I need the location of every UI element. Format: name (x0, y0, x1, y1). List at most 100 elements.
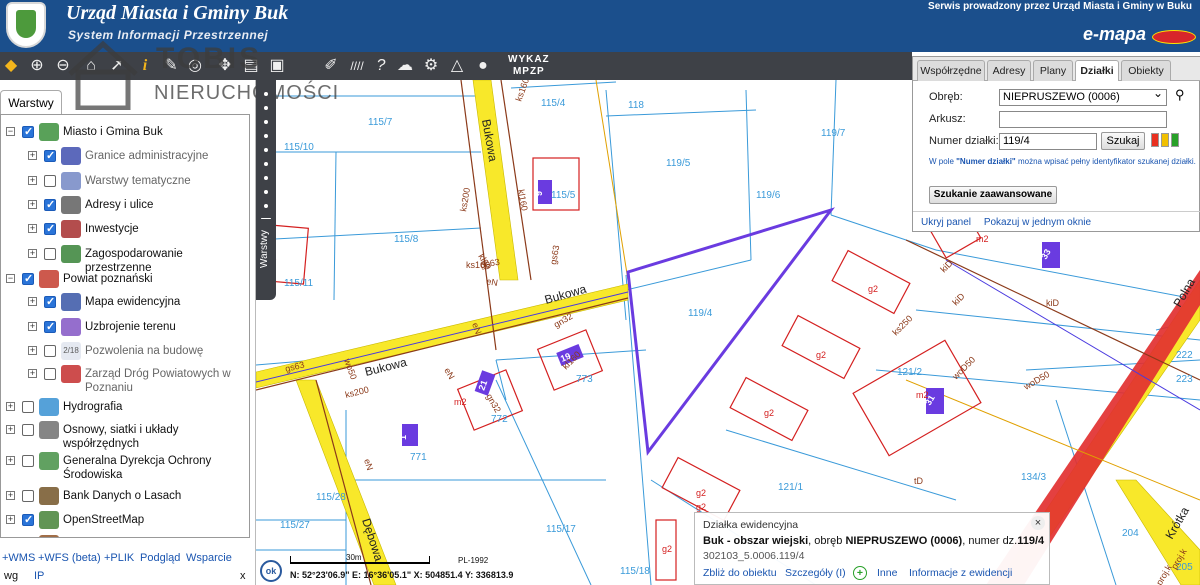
layer-row: + OpenStreetMap (1, 511, 249, 535)
layers-icon[interactable]: ◆ (0, 55, 22, 77)
map-toolbar: ◆ ⊕ ⊖ ⌂ ➚ i ✎ ◎ ✥ ▤ ▣ ✐ //// ? ☁ ⚙ △ ● W… (0, 52, 912, 80)
crs-select[interactable]: PL-1992 (458, 556, 488, 565)
measure-icon[interactable]: ✎ (160, 55, 182, 77)
layer-checkbox[interactable] (44, 175, 56, 187)
expand-toggle-icon[interactable]: + (28, 200, 37, 209)
cloud-icon[interactable]: ☁ (394, 55, 416, 77)
numer-dzialki-input[interactable]: 119/4 (999, 133, 1097, 150)
zoom-in-icon[interactable]: ⊕ (26, 55, 48, 77)
layer-row: + Zarząd Dróg Powiatowych w Poznaniu (1, 365, 249, 394)
add-file-link[interactable]: +PLIK (104, 552, 134, 564)
tab-warstwy[interactable]: Warstwy (0, 90, 62, 114)
layers-collapse-handle[interactable]: Warstwy (256, 80, 276, 300)
shapes-icon[interactable]: ● (472, 55, 494, 77)
layer-row: + Osnowy, siatki i układy współrzędnych (1, 421, 249, 450)
close-panel-button[interactable]: x (240, 570, 246, 582)
tab-adresy[interactable]: Adresy (987, 60, 1031, 81)
layer-checkbox[interactable] (44, 222, 56, 235)
color-green-swatch[interactable] (1171, 133, 1179, 147)
plus-icon[interactable]: + (853, 566, 867, 580)
expand-toggle-icon[interactable]: − (6, 127, 15, 136)
layer-checkbox[interactable] (22, 125, 34, 138)
select-arrow-icon[interactable]: ➚ (106, 55, 128, 77)
wykaz-mpzp-button[interactable]: WYKAZ MPZP (508, 54, 550, 78)
other-link[interactable]: Inne (877, 567, 897, 579)
pan-icon[interactable]: ✥ (214, 55, 236, 77)
layer-label: OpenStreetMap (63, 514, 145, 526)
preview-link[interactable]: Podgląd (140, 552, 180, 564)
info-icon[interactable]: i (134, 55, 156, 77)
expand-toggle-icon[interactable]: + (28, 346, 37, 355)
color-yellow-swatch[interactable] (1161, 133, 1169, 147)
expand-toggle-icon[interactable]: + (6, 425, 15, 434)
arkusz-input[interactable] (999, 111, 1167, 128)
query-icon[interactable]: ◎ (184, 55, 206, 77)
zoom-to-object-link[interactable]: Zbliż do obiektu (703, 567, 777, 579)
expand-toggle-icon[interactable]: + (6, 456, 15, 465)
layer-checkbox[interactable] (44, 248, 56, 260)
details-link[interactable]: Szczegóły (I) (785, 567, 846, 579)
obreb-select[interactable]: NIEPRUSZEWO (0006) (999, 86, 1167, 106)
tab-obiekty[interactable]: Obiekty (1121, 60, 1171, 81)
expand-toggle-icon[interactable]: − (6, 274, 15, 283)
draw-icon[interactable]: ✐ (320, 55, 342, 77)
ok-status-button[interactable]: ok (260, 560, 282, 582)
layer-label: Inwestycje (85, 223, 139, 235)
layer-checkbox[interactable] (22, 272, 34, 285)
parcel-label: 115/11 (284, 278, 314, 289)
hatch-icon[interactable]: //// (346, 55, 368, 77)
expand-toggle-icon[interactable]: + (6, 515, 15, 524)
tab-wspolrzedne[interactable]: Współrzędne (917, 60, 985, 81)
color-red-swatch[interactable] (1151, 133, 1159, 147)
layer-checkbox[interactable] (44, 345, 56, 357)
expand-toggle-icon[interactable]: + (28, 176, 37, 185)
add-wms-link[interactable]: +WMS (2, 552, 35, 564)
layer-label: Zarząd Dróg Powiatowych w Poznaniu (85, 368, 231, 394)
layer-label: Warstwy tematyczne (85, 175, 191, 187)
expand-toggle-icon[interactable]: + (28, 249, 37, 258)
advanced-search-button[interactable]: Szukanie zaawansowane (929, 186, 1057, 204)
popup-close-icon[interactable]: × (1031, 516, 1045, 530)
help-icon[interactable]: ? (370, 55, 392, 77)
layer-checkbox[interactable] (22, 424, 34, 436)
search-icon[interactable]: ⚲ (1175, 87, 1185, 103)
expand-toggle-icon[interactable]: + (6, 402, 15, 411)
layer-checkbox[interactable] (22, 401, 34, 413)
layer-checkbox[interactable] (44, 320, 56, 333)
tab-plany[interactable]: Plany (1033, 60, 1073, 81)
selected-parcel-outline (626, 207, 835, 456)
tab-dzialki[interactable]: Działki (1075, 60, 1119, 81)
support-link[interactable]: Wsparcie (186, 552, 232, 564)
ip-link[interactable]: IP (34, 570, 44, 582)
settings-icon[interactable]: ⚙ (420, 55, 442, 77)
layer-checkbox[interactable] (22, 455, 34, 467)
add-wfs-link[interactable]: +WFS (beta) (38, 552, 101, 564)
home-icon[interactable]: ⌂ (80, 55, 102, 77)
expand-toggle-icon[interactable]: + (28, 297, 37, 306)
layer-row: + Generalna Dyrekcja Ochrony Środowiska (1, 452, 249, 481)
layer-checkbox[interactable] (44, 198, 56, 211)
parcel-info-popup: Działka ewidencyjna Buk - obszar wiejski… (694, 512, 1050, 585)
single-window-link[interactable]: Pokazuj w jednym oknie (984, 217, 1091, 228)
layer-checkbox[interactable] (44, 368, 56, 380)
layer-checkbox[interactable] (44, 295, 56, 308)
szukaj-button[interactable]: Szukaj (1101, 132, 1145, 150)
hide-panel-link[interactable]: Ukryj panel (921, 217, 971, 228)
expand-toggle-icon[interactable]: + (28, 151, 37, 160)
utility-label: kiD (950, 291, 967, 308)
expand-toggle-icon[interactable]: + (28, 322, 37, 331)
expand-toggle-icon[interactable]: + (6, 491, 15, 500)
print-icon[interactable]: ▤ (240, 55, 262, 77)
layer-checkbox[interactable] (44, 149, 56, 162)
utility-label: ks160 (513, 80, 531, 103)
warning-icon[interactable]: △ (446, 55, 468, 77)
handle-label: Warstwy (259, 230, 270, 268)
mode-wg-label: wg (4, 570, 19, 582)
zoom-out-icon[interactable]: ⊖ (52, 55, 74, 77)
expand-toggle-icon[interactable]: + (28, 369, 37, 378)
expand-toggle-icon[interactable]: + (28, 224, 37, 233)
layer-checkbox[interactable] (22, 513, 34, 526)
register-info-link[interactable]: Informacje z ewidencji (909, 567, 1012, 579)
export-icon[interactable]: ▣ (266, 55, 288, 77)
layer-checkbox[interactable] (22, 490, 34, 502)
